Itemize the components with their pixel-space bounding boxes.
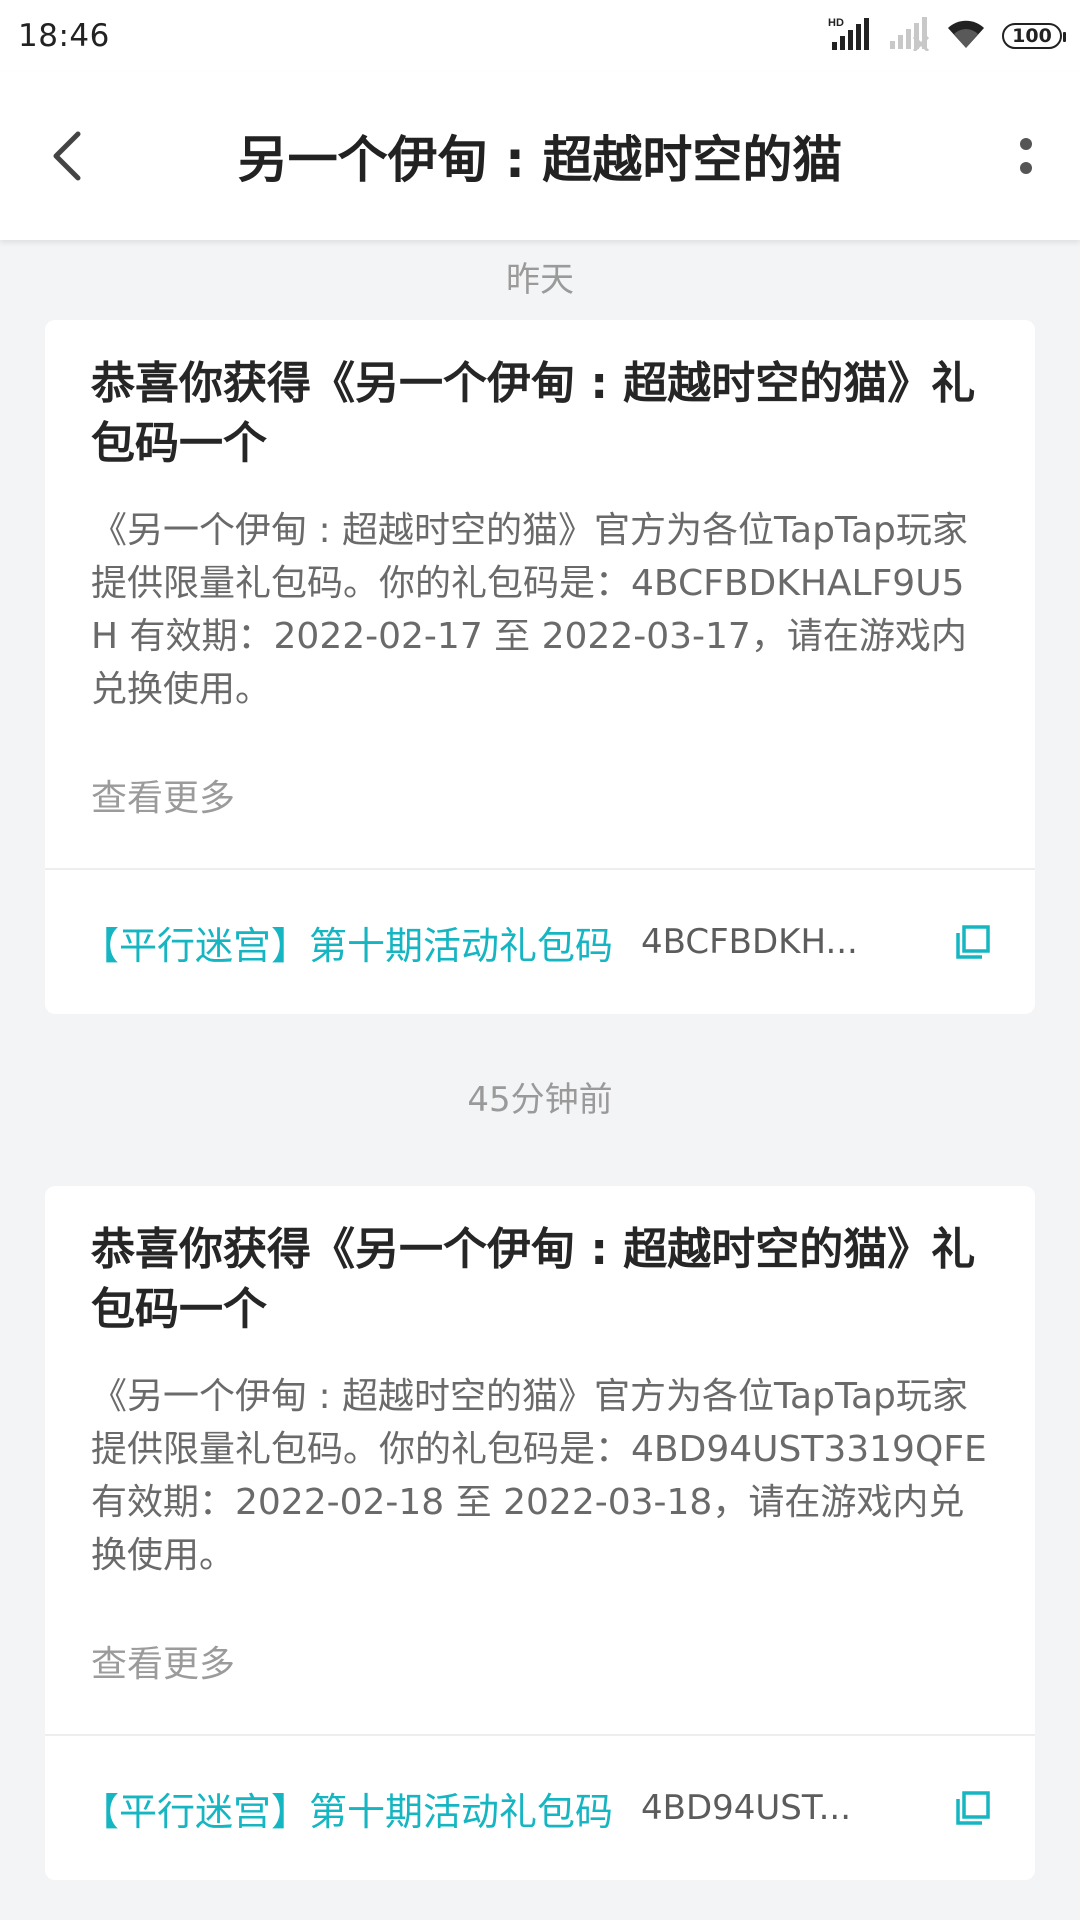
back-button[interactable]: [38, 128, 94, 184]
gift-code-row: 【平行迷宫】第十期活动礼包码 4BD94UST...: [45, 1734, 1035, 1880]
status-bar: 18:46 HD 100: [0, 0, 1080, 72]
hd-signal-icon: HD: [828, 16, 872, 56]
wifi-icon: [946, 18, 986, 54]
more-vertical-icon: [1020, 138, 1032, 174]
card-description: 《另一个伊甸 : 超越时空的猫》官方为各位TapTap玩家提供限量礼包码。你的礼…: [91, 510, 968, 710]
date-label: 昨天: [506, 260, 574, 300]
card-description: 《另一个伊甸 : 超越时空的猫》官方为各位TapTap玩家提供限量礼包码。你的礼…: [91, 1376, 987, 1576]
gift-code: 4BCFBDKH...: [641, 922, 858, 962]
message-list: 昨天 恭喜你获得《另一个伊甸 : 超越时空的猫》礼包码一个 《另一个伊甸 : 超…: [0, 240, 1080, 1880]
copy-button[interactable]: [951, 1786, 995, 1830]
gift-name: 【平行迷宫】第十期活动礼包码: [81, 923, 614, 968]
status-icons: HD 100: [828, 16, 1066, 56]
see-more-link[interactable]: 查看更多: [91, 774, 989, 824]
svg-text:HD: HD: [828, 17, 844, 29]
message-card[interactable]: 恭喜你获得《另一个伊甸 : 超越时空的猫》礼包码一个 《另一个伊甸 : 超越时空…: [45, 1186, 1035, 1880]
card-title: 恭喜你获得《另一个伊甸 : 超越时空的猫》礼包码一个: [91, 358, 976, 469]
see-more-link[interactable]: 查看更多: [91, 1640, 989, 1690]
gift-name: 【平行迷宫】第十期活动礼包码: [81, 1789, 614, 1834]
date-label: 45分钟前: [467, 1080, 613, 1120]
card-body: 恭喜你获得《另一个伊甸 : 超越时空的猫》礼包码一个 《另一个伊甸 : 超越时空…: [45, 1186, 1035, 1734]
gift-code: 4BD94UST...: [641, 1788, 852, 1828]
copy-button[interactable]: [951, 920, 995, 964]
more-button[interactable]: [1006, 126, 1046, 186]
message-card[interactable]: 恭喜你获得《另一个伊甸 : 超越时空的猫》礼包码一个 《另一个伊甸 : 超越时空…: [45, 320, 1035, 1014]
card-body: 恭喜你获得《另一个伊甸 : 超越时空的猫》礼包码一个 《另一个伊甸 : 超越时空…: [45, 320, 1035, 868]
copy-icon: [956, 1791, 990, 1825]
app-bar: 另一个伊甸 : 超越时空的猫: [0, 72, 1080, 240]
card-title: 恭喜你获得《另一个伊甸 : 超越时空的猫》礼包码一个: [91, 1224, 976, 1335]
battery-icon: 100: [1002, 23, 1066, 49]
chevron-left-icon: [53, 131, 81, 181]
copy-icon: [956, 925, 990, 959]
page-title: 另一个伊甸 : 超越时空的猫: [237, 131, 843, 189]
no-signal-icon: [888, 17, 930, 55]
gift-code-row: 【平行迷宫】第十期活动礼包码 4BCFBDKH...: [45, 868, 1035, 1014]
status-time: 18:46: [18, 18, 110, 54]
